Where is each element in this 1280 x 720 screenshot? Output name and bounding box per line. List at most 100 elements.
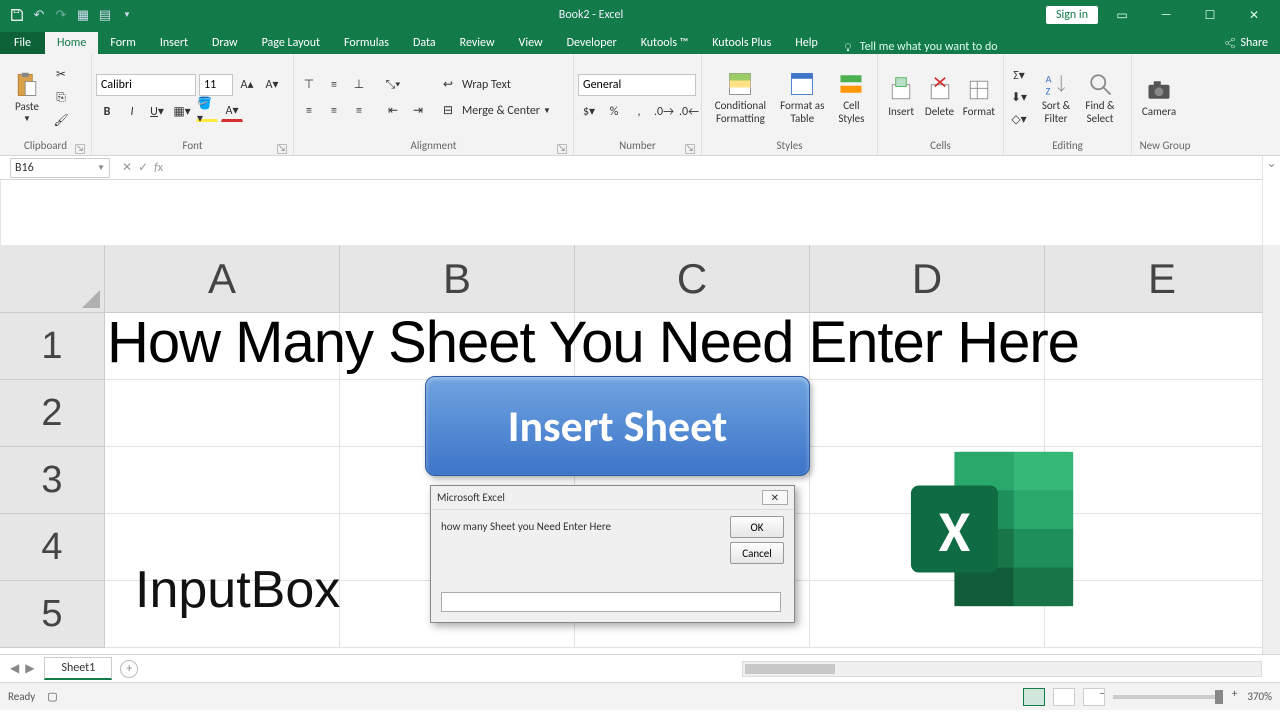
ribbon-options-icon[interactable]: ▭ [1102,3,1142,27]
sheet-tab[interactable]: Sheet1 [44,657,112,680]
tab-kutools[interactable]: Kutools ™ [629,32,701,54]
save-icon[interactable] [8,6,26,24]
col-header[interactable]: E [1045,245,1280,313]
align-top-icon[interactable]: ⊤ [298,75,320,95]
format-as-table-button[interactable]: Format as Table [775,59,830,137]
conditional-formatting-button[interactable]: Conditional Formatting [706,59,775,137]
page-layout-view-icon[interactable] [1053,688,1075,706]
align-center-icon[interactable]: ≡ [323,101,345,121]
align-bottom-icon[interactable]: ⊥ [348,75,370,95]
fx-icon[interactable]: fx [154,161,163,175]
comma-icon[interactable]: , [628,102,650,122]
dialog-ok-button[interactable]: OK [730,516,784,538]
font-name-select[interactable] [96,74,196,96]
dialog-close-icon[interactable]: ✕ [762,490,788,505]
tab-data[interactable]: Data [401,32,448,54]
sign-in-button[interactable]: Sign in [1046,6,1098,24]
row-header[interactable]: 5 [0,581,105,648]
fill-color-icon[interactable]: 🪣▾ [196,102,218,122]
orientation-icon[interactable]: ⤡▾ [382,75,404,95]
camera-button[interactable]: Camera [1136,59,1182,137]
underline-button[interactable]: U▾ [146,102,168,122]
percent-icon[interactable]: % [603,102,625,122]
col-header[interactable]: B [340,245,575,313]
formula-expand-icon[interactable]: ⌄ [1262,156,1280,245]
share-button[interactable]: Share [1212,32,1280,54]
cancel-formula-icon[interactable]: ✕ [122,160,132,175]
tab-home[interactable]: Home [45,32,98,54]
qat-icon-2[interactable]: ▤ [96,6,114,24]
horizontal-scrollbar[interactable] [742,661,1262,677]
dialog-cancel-button[interactable]: Cancel [730,542,784,564]
currency-icon[interactable]: $▾ [578,102,600,122]
font-size-select[interactable] [199,74,233,96]
font-color-icon[interactable]: A▾ [221,102,243,122]
tab-insert[interactable]: Insert [148,32,200,54]
maximize-icon[interactable]: ☐ [1190,3,1230,27]
sort-filter-button[interactable]: AZSort & Filter [1034,59,1078,137]
bold-button[interactable]: B [96,102,118,122]
align-left-icon[interactable]: ≡ [298,101,320,121]
format-cells-button[interactable]: Format [959,59,999,137]
macro-record-icon[interactable]: ▢ [47,690,57,703]
tab-form[interactable]: Form [98,32,147,54]
sheet-nav-next-icon[interactable]: ▶ [25,661,34,676]
close-icon[interactable]: ✕ [1234,3,1274,27]
merge-center-button[interactable]: ⊟Merge & Center▼ [437,101,551,121]
dialog-input[interactable] [441,592,781,612]
paste-button[interactable]: Paste ▼ [4,59,50,137]
copy-icon[interactable]: ⎘ [50,88,72,108]
wrap-text-button[interactable]: ↩Wrap Text [437,75,551,95]
tab-draw[interactable]: Draw [200,32,250,54]
minimize-icon[interactable]: — [1146,3,1186,27]
fill-icon[interactable]: ⬇▾ [1008,88,1030,108]
col-header[interactable]: C [575,245,810,313]
undo-icon[interactable]: ↶ [30,6,48,24]
dialog-launcher-icon[interactable]: ↘ [685,144,695,154]
insert-sheet-macro-button[interactable]: Insert Sheet [425,376,810,476]
tab-kutools-plus[interactable]: Kutools Plus [700,32,783,54]
find-select-button[interactable]: Find & Select [1078,59,1122,137]
align-middle-icon[interactable]: ≡ [323,75,345,95]
col-header[interactable]: D [810,245,1045,313]
increase-font-icon[interactable]: A▴ [236,75,258,95]
vertical-scrollbar[interactable] [1262,245,1280,654]
dialog-launcher-icon[interactable]: ↘ [75,144,85,154]
tab-file[interactable]: File [0,32,45,54]
row-header[interactable]: 4 [0,514,105,581]
number-format-select[interactable] [578,74,696,96]
redo-icon[interactable]: ↷ [52,6,70,24]
qat-dropdown-icon[interactable]: ▼ [118,6,136,24]
clear-icon[interactable]: ◇▾ [1008,110,1030,130]
row-header[interactable]: 1 [0,313,105,380]
format-painter-icon[interactable]: 🖌 [50,111,72,131]
autosum-icon[interactable]: Σ▾ [1008,66,1030,86]
formula-input[interactable] [0,180,1262,245]
decrease-decimal-icon[interactable]: .0← [678,102,700,122]
dialog-launcher-icon[interactable]: ↘ [557,144,567,154]
increase-indent-icon[interactable]: ⇥ [407,101,429,121]
row-header[interactable]: 3 [0,447,105,514]
align-right-icon[interactable]: ≡ [348,101,370,121]
increase-decimal-icon[interactable]: .0→ [653,102,675,122]
add-sheet-button[interactable]: + [120,660,138,678]
insert-cells-button[interactable]: Insert [882,59,920,137]
qat-icon[interactable]: ▦ [74,6,92,24]
sheet-nav-prev-icon[interactable]: ◀ [10,661,19,676]
tab-formulas[interactable]: Formulas [332,32,401,54]
name-box[interactable]: B16▼ [10,158,110,178]
tab-help[interactable]: Help [783,32,830,54]
cut-icon[interactable]: ✂ [50,65,72,85]
col-header[interactable]: A [105,245,340,313]
cell-styles-button[interactable]: Cell Styles [830,59,873,137]
border-icon[interactable]: ▦▾ [171,102,193,122]
italic-button[interactable]: I [121,102,143,122]
normal-view-icon[interactable] [1023,688,1045,706]
decrease-font-icon[interactable]: A▾ [261,75,283,95]
tab-view[interactable]: View [507,32,555,54]
select-all-button[interactable] [0,245,105,313]
tab-review[interactable]: Review [448,32,507,54]
tell-me-search[interactable]: Tell me what you want to do [842,40,998,54]
enter-formula-icon[interactable]: ✓ [138,160,148,175]
row-header[interactable]: 2 [0,380,105,447]
